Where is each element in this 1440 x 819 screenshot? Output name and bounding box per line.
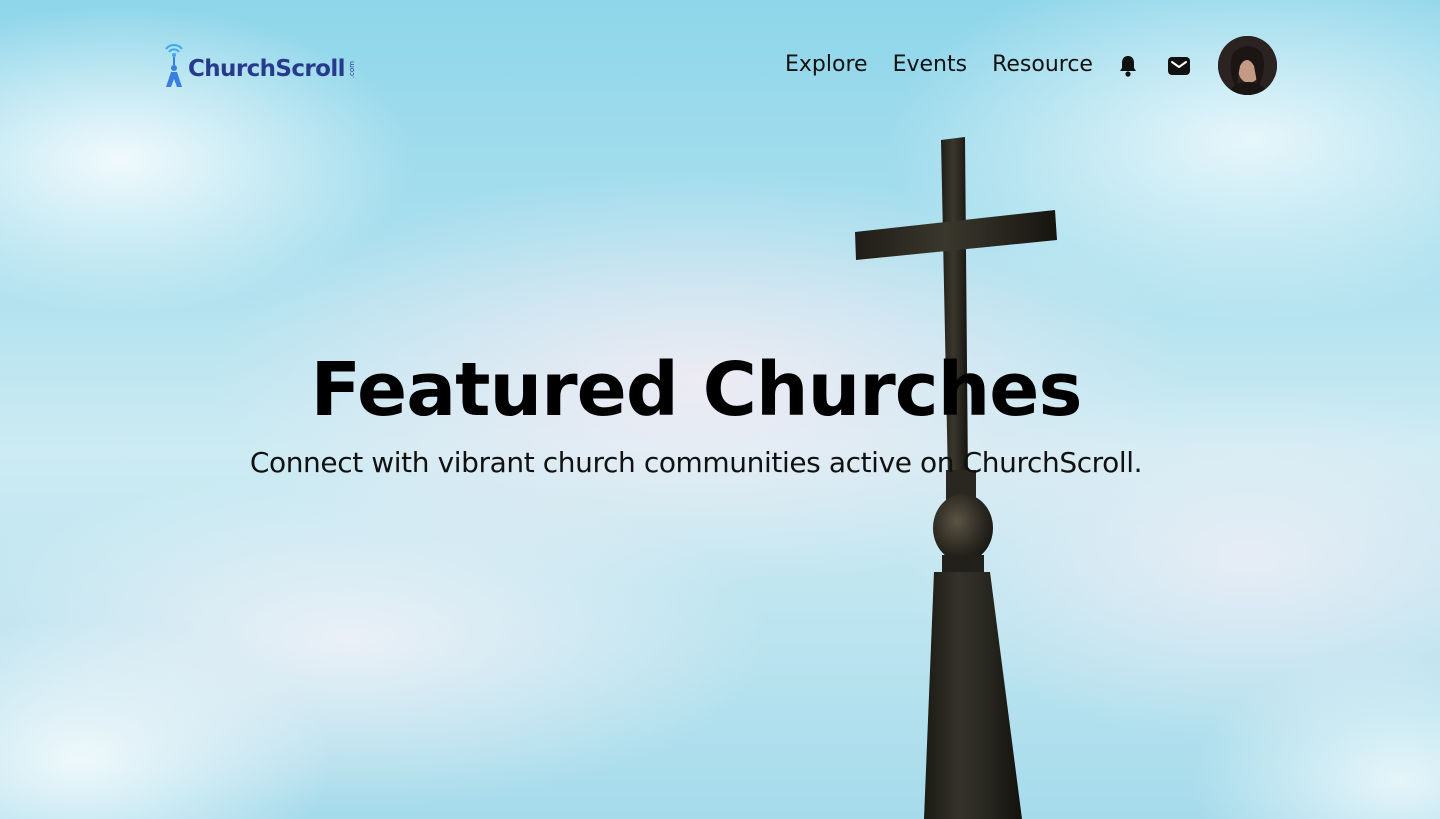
user-avatar[interactable] (1218, 36, 1277, 95)
mail-icon (1168, 57, 1190, 75)
notifications-button[interactable] (1115, 53, 1141, 79)
nav-link-resource[interactable]: Resource (992, 48, 1093, 82)
church-signal-logo-icon (165, 44, 183, 87)
top-navigation: ChurchScroll .com Explore Events Resourc… (0, 0, 1440, 130)
nav-link-events[interactable]: Events (893, 48, 968, 82)
bell-icon (1120, 56, 1136, 77)
brand-name: ChurchScroll (188, 56, 345, 82)
brand-logo[interactable]: ChurchScroll .com (162, 40, 356, 90)
page-subtitle: Connect with vibrant church communities … (249, 446, 1143, 479)
avatar-photo (1218, 36, 1277, 95)
hero-section: ChurchScroll .com Explore Events Resourc… (0, 0, 1440, 819)
page-title: Featured Churches (310, 347, 1082, 433)
nav-links: Explore Events Resource (785, 48, 1093, 82)
messages-button[interactable] (1166, 53, 1192, 79)
brand-tld: .com (347, 61, 356, 79)
nav-link-explore[interactable]: Explore (785, 48, 868, 82)
